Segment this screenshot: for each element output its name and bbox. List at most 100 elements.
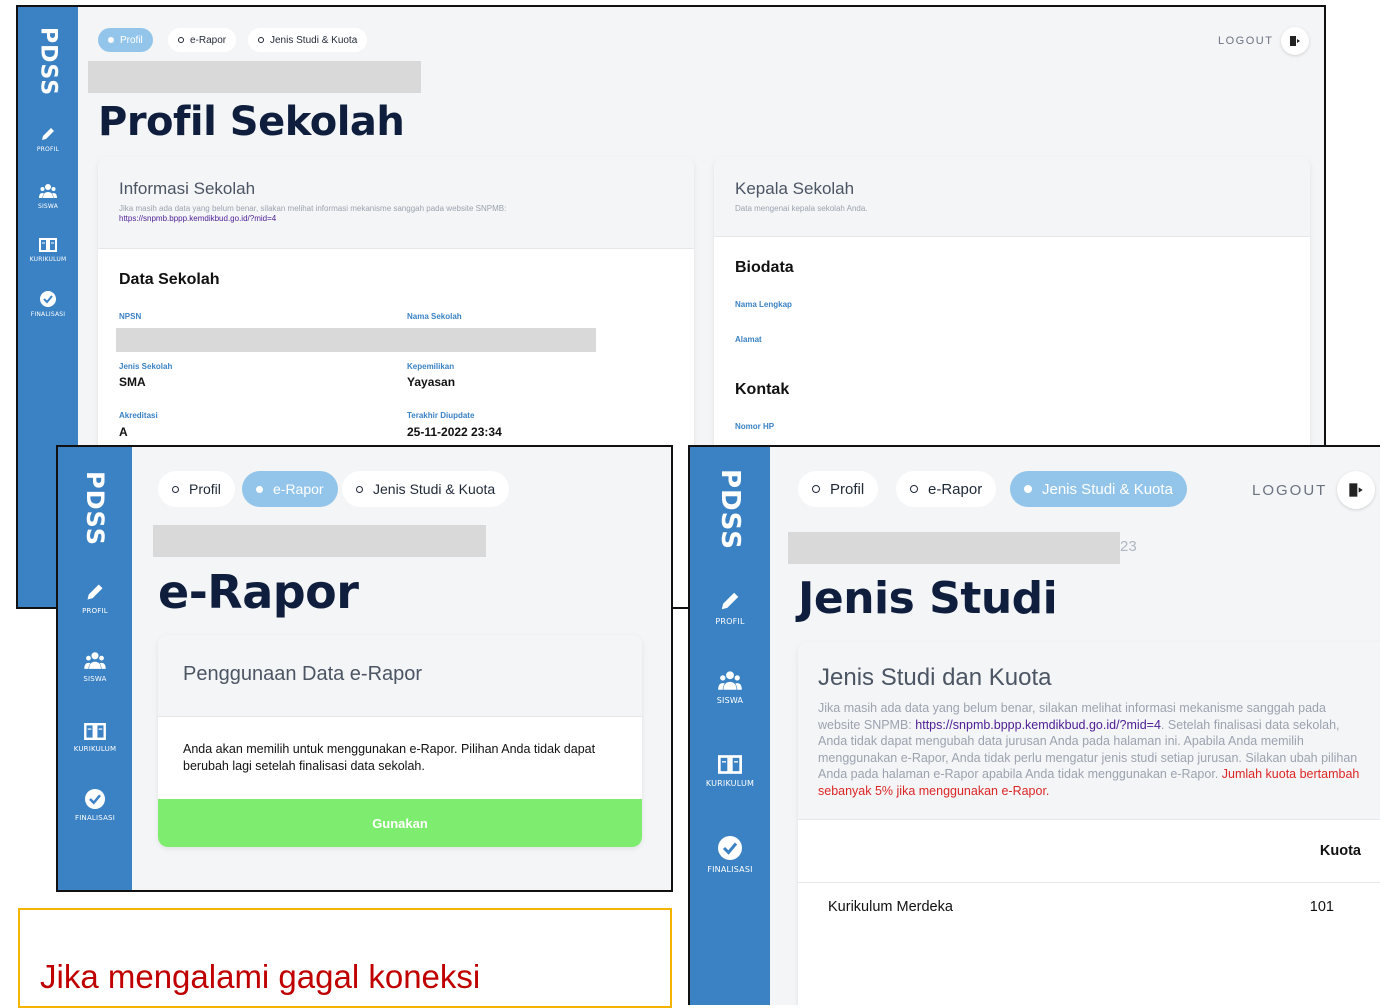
tab-jenis-studi[interactable]: Jenis Studi & Kuota bbox=[1010, 471, 1187, 507]
sidebar-item-kurikulum[interactable]: KURIKULUM bbox=[74, 723, 117, 753]
card-title: Jenis Studi dan Kuota bbox=[818, 664, 1052, 691]
logout-circle bbox=[1337, 471, 1376, 509]
users-icon bbox=[718, 671, 742, 690]
brand-logo: PDSS bbox=[35, 27, 61, 97]
logout-button[interactable]: LOGOUT bbox=[1252, 471, 1376, 509]
kepemilikan-label: Kepemilikan bbox=[407, 362, 455, 371]
tab-label: e-Rapor bbox=[273, 481, 324, 497]
kepemilikan-value: Yayasan bbox=[407, 375, 456, 389]
jenis-studi-window: PDSS PROFIL SISWA KURIKULUM FINALISASI P… bbox=[688, 445, 1380, 1005]
akreditasi-value: A bbox=[119, 425, 128, 439]
brand-logo: PDSS bbox=[715, 469, 745, 550]
card-title: Penggunaan Data e-Rapor bbox=[183, 663, 423, 685]
sidebar-item-label: KURIKULUM bbox=[705, 778, 755, 788]
logout-label: LOGOUT bbox=[1252, 481, 1328, 499]
sidebar-item-label: KURIKULUM bbox=[73, 745, 117, 754]
terakhir-update-label: Terakhir Diupdate bbox=[407, 411, 475, 420]
sidebar-item-kurikulum[interactable]: KURIKULUM bbox=[706, 755, 754, 788]
page-title: Profil Sekolah bbox=[98, 99, 405, 145]
logout-button[interactable]: LOGOUT bbox=[1218, 27, 1310, 55]
sidebar-item-label: FINALISASI bbox=[707, 864, 753, 874]
users-icon bbox=[84, 652, 106, 669]
redacted-subtitle bbox=[153, 525, 486, 557]
book-icon bbox=[84, 723, 106, 741]
jenis-sekolah-value: SMA bbox=[119, 375, 146, 389]
page-title: Jenis Studi bbox=[798, 573, 1058, 624]
card-title: Kepala Sekolah bbox=[735, 179, 855, 198]
subtitle-tail: 23 bbox=[1120, 538, 1137, 555]
check-circle-icon bbox=[40, 291, 56, 308]
tab-label: Jenis Studi & Kuota bbox=[270, 34, 358, 46]
radio-dot-icon bbox=[258, 37, 264, 43]
sidebar-item-kurikulum[interactable]: KURIKULUM bbox=[30, 238, 67, 263]
table-header-kuota: Kuota bbox=[1319, 843, 1361, 859]
sidebar-item-finalisasi[interactable]: FINALISASI bbox=[75, 789, 115, 822]
jenis-studi-kuota-card: Jenis Studi dan Kuota Jika masih ada dat… bbox=[798, 642, 1380, 1005]
sidebar-item-siswa[interactable]: SISWA bbox=[38, 183, 58, 210]
sidebar-item-siswa[interactable]: SISWA bbox=[717, 670, 743, 705]
radio-dot-icon bbox=[356, 485, 363, 493]
tab-label: e-Rapor bbox=[190, 34, 227, 46]
sidebar-item-label: SISWA bbox=[716, 695, 744, 705]
tab-label: e-Rapor bbox=[928, 480, 983, 498]
logout-icon bbox=[1290, 36, 1301, 46]
alamat-label: Alamat bbox=[735, 335, 762, 344]
note-text: Jika mengalami gagal koneksi bbox=[40, 958, 481, 995]
brand-logo: PDSS bbox=[81, 471, 109, 547]
tab-profil[interactable]: Profil bbox=[98, 28, 153, 52]
redacted-subtitle bbox=[88, 61, 421, 93]
snpmb-link[interactable]: https://snpmb.bppp.kemdikbud.go.id/?mid=… bbox=[915, 718, 1161, 732]
sidebar-item-siswa[interactable]: SISWA bbox=[83, 651, 106, 683]
card-description: Jika masih ada data yang belum benar, si… bbox=[818, 700, 1366, 799]
section-title: Biodata bbox=[735, 259, 794, 276]
tab-jenis-studi[interactable]: Jenis Studi & Kuota bbox=[342, 471, 510, 507]
nama-lengkap-label: Nama Lengkap bbox=[735, 300, 792, 309]
pencil-icon bbox=[721, 592, 739, 610]
gunakan-button[interactable]: Gunakan bbox=[158, 799, 642, 847]
radio-dot-icon bbox=[910, 485, 918, 493]
radio-dot-icon bbox=[178, 37, 184, 43]
radio-dot-icon bbox=[256, 485, 263, 493]
sidebar-item-label: SISWA bbox=[83, 675, 107, 684]
card-header: Jenis Studi dan Kuota Jika masih ada dat… bbox=[798, 642, 1380, 820]
book-icon bbox=[39, 238, 57, 253]
book-icon bbox=[718, 755, 742, 774]
sidebar-item-profil[interactable]: PROFIL bbox=[37, 126, 59, 153]
logout-circle bbox=[1281, 27, 1310, 55]
sidebar-item-label: KURIKULUM bbox=[29, 256, 67, 264]
pencil-icon bbox=[87, 584, 103, 600]
redacted-value bbox=[116, 328, 596, 352]
card-description: Data mengenai kepala sekolah Anda. bbox=[735, 204, 868, 213]
snpmb-link[interactable]: https://snpmb.bppp.kemdikbud.go.id/?mid=… bbox=[119, 214, 673, 223]
terakhir-update-value: 25-11-2022 23:34 bbox=[407, 425, 502, 439]
sidebar-item-profil[interactable]: PROFIL bbox=[715, 590, 744, 626]
page-title: e-Rapor bbox=[158, 565, 359, 619]
tab-profil[interactable]: Profil bbox=[158, 471, 235, 507]
tab-profil[interactable]: Profil bbox=[798, 471, 879, 507]
nomor-hp-label: Nomor HP bbox=[735, 422, 775, 431]
tab-label: Profil bbox=[830, 480, 865, 498]
tab-erapor[interactable]: e-Rapor bbox=[896, 471, 997, 507]
jenis-sekolah-label: Jenis Sekolah bbox=[119, 362, 173, 371]
tab-erapor[interactable]: e-Rapor bbox=[242, 471, 338, 507]
npsn-label: NPSN bbox=[119, 312, 142, 321]
sidebar-item-profil[interactable]: PROFIL bbox=[82, 582, 108, 615]
section-title: Data Sekolah bbox=[119, 271, 220, 288]
radio-dot-icon bbox=[1024, 485, 1032, 493]
radio-dot-icon bbox=[108, 37, 114, 43]
sidebar: PDSS PROFIL SISWA KURIKULUM FINALISASI bbox=[58, 447, 132, 890]
note-box: Jika mengalami gagal koneksi bbox=[18, 908, 672, 1008]
tab-jenis-studi[interactable]: Jenis Studi & Kuota bbox=[248, 28, 368, 52]
tab-label: Jenis Studi & Kuota bbox=[373, 481, 496, 497]
pencil-icon bbox=[42, 128, 54, 141]
sidebar-item-finalisasi[interactable]: FINALISASI bbox=[31, 291, 66, 318]
section-title: Kontak bbox=[735, 381, 790, 398]
penggunaan-erapor-card: Penggunaan Data e-Rapor Anda akan memili… bbox=[158, 635, 642, 847]
sidebar-item-finalisasi[interactable]: FINALISASI bbox=[707, 835, 753, 874]
redacted-subtitle bbox=[788, 532, 1120, 564]
nama-sekolah-label: Nama Sekolah bbox=[407, 312, 462, 321]
card-header: Kepala Sekolah Data mengenai kepala seko… bbox=[714, 157, 1310, 237]
tab-erapor[interactable]: e-Rapor bbox=[168, 28, 237, 52]
logout-icon bbox=[1349, 483, 1364, 497]
sidebar-item-label: SISWA bbox=[37, 203, 59, 211]
